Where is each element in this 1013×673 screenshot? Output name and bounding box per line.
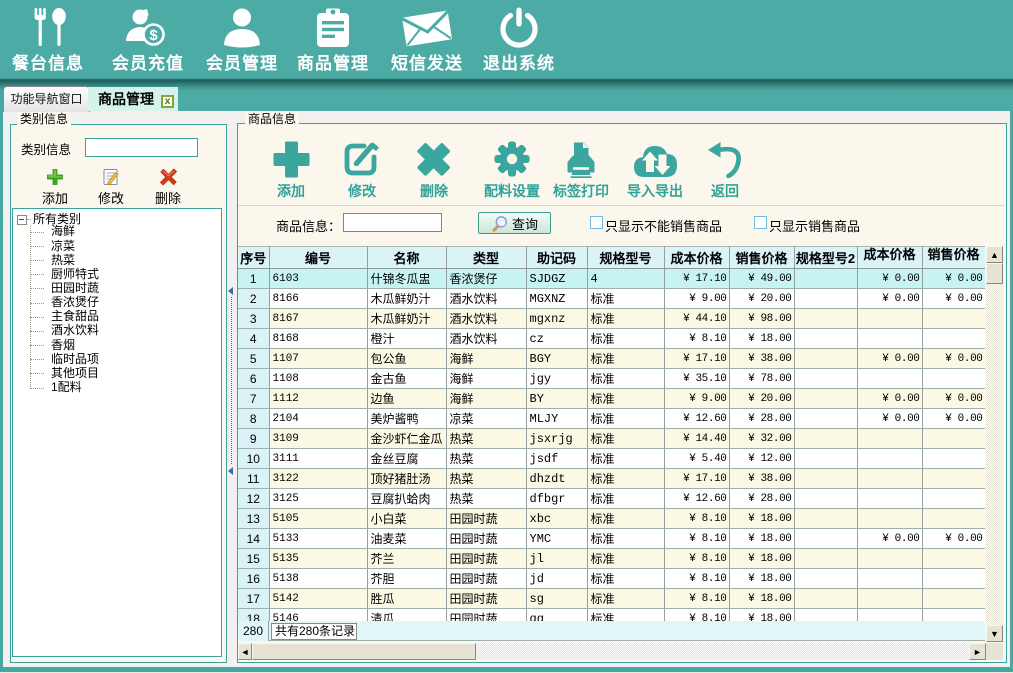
- svg-text:$: $: [149, 27, 158, 44]
